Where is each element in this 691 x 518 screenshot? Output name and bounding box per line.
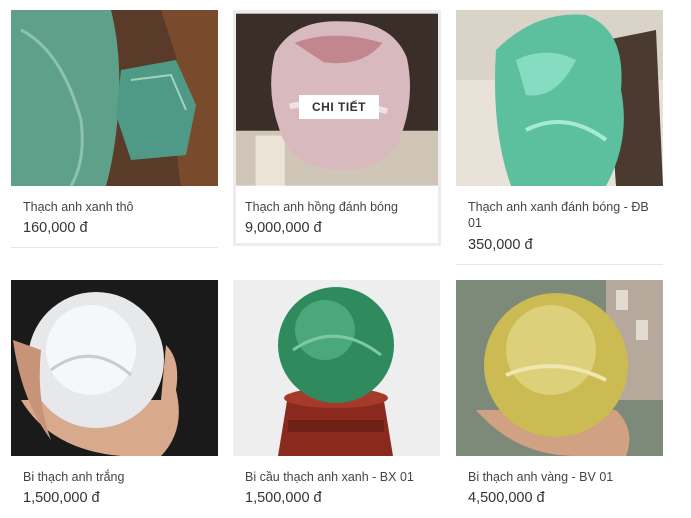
product-price: 350,000 đ — [468, 237, 533, 253]
product-card[interactable]: Thạch anh xanh đánh bóng - ĐB 01 350,000… — [456, 10, 663, 268]
product-price: 1,500,000 đ — [23, 490, 100, 506]
detail-button[interactable]: CHI TIẾT — [299, 95, 379, 119]
product-card[interactable]: Bi cầu thạch anh xanh - BX 01 1,500,000 … — [233, 280, 440, 516]
product-image[interactable] — [11, 10, 218, 186]
product-name[interactable]: Bi thạch anh vàng - BV 01 — [468, 469, 653, 485]
product-card[interactable]: Thạch anh xanh thô 160,000 đ — [11, 10, 218, 250]
product-name[interactable]: Bi cầu thạch anh xanh - BX 01 — [245, 469, 430, 485]
product-name[interactable]: Bi thạch anh trắng — [23, 469, 208, 485]
product-name[interactable]: Thạch anh xanh thô — [23, 199, 208, 215]
product-card[interactable]: Bi thạch anh trắng 1,500,000 đ — [11, 280, 218, 516]
product-price: 4,500,000 đ — [468, 490, 545, 506]
product-image[interactable] — [233, 280, 440, 456]
product-card[interactable]: CHI TIẾT Thạch anh hồng đánh bóng 9,000,… — [233, 10, 441, 246]
product-card[interactable]: Bi thạch anh vàng - BV 01 4,500,000 đ — [456, 280, 663, 516]
product-image[interactable] — [11, 280, 218, 456]
product-image[interactable] — [456, 10, 663, 186]
product-name[interactable]: Thạch anh hồng đánh bóng — [245, 199, 430, 215]
product-price: 1,500,000 đ — [245, 490, 322, 506]
product-name[interactable]: Thạch anh xanh đánh bóng - ĐB 01 — [468, 199, 653, 231]
divider — [11, 247, 218, 248]
product-price: 160,000 đ — [23, 220, 88, 236]
product-price: 9,000,000 đ — [245, 220, 322, 236]
product-image[interactable] — [456, 280, 663, 456]
divider — [456, 264, 663, 265]
